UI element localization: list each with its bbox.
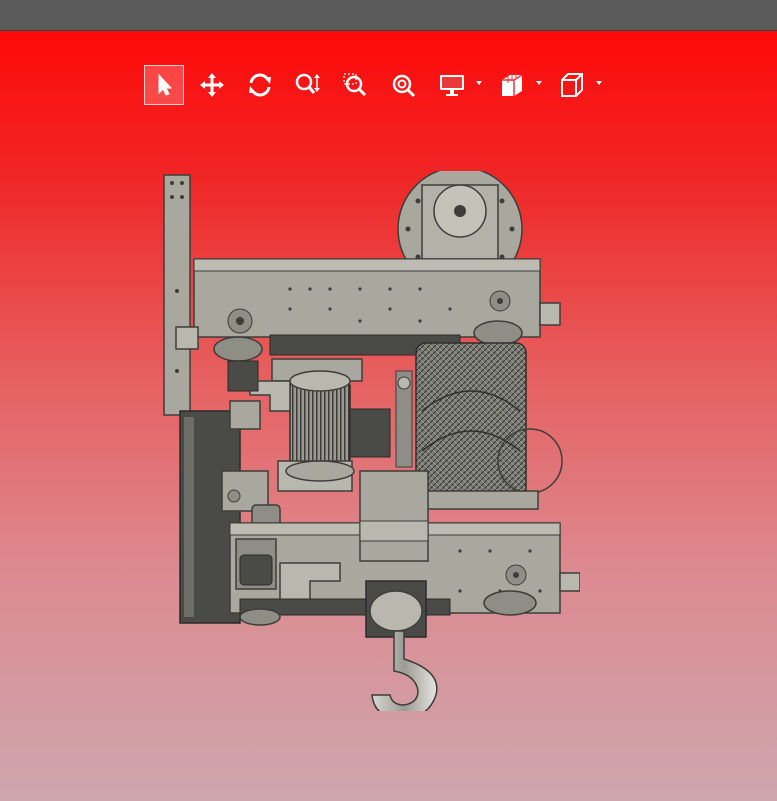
toolbar [144, 65, 612, 105]
cursor-arrow-icon [158, 73, 173, 96]
zoom-window-icon [343, 73, 367, 97]
rotate-tool-button[interactable] [240, 65, 280, 105]
hook-block [359, 470, 429, 562]
zoom-updown-icon [295, 73, 320, 94]
hoist-trolley-model[interactable] [160, 171, 580, 711]
section-view-button[interactable] [492, 65, 544, 105]
zoom-tool-button[interactable] [288, 65, 328, 105]
crane-hook [371, 630, 438, 711]
left-post [163, 174, 191, 416]
chevron-down-icon [536, 81, 542, 85]
rotate-icon [249, 73, 271, 97]
zoom-fit-button[interactable] [384, 65, 424, 105]
section-cube-icon [502, 73, 523, 96]
cad-viewer [0, 0, 777, 801]
3d-viewport[interactable] [0, 31, 777, 801]
title-bar [0, 0, 777, 31]
cable-drum [415, 342, 527, 504]
view-cube-icon [561, 73, 583, 97]
pan-tool-button[interactable] [192, 65, 232, 105]
select-tool-button[interactable] [144, 65, 184, 105]
chevron-down-icon [476, 81, 482, 85]
chevron-down-icon [596, 81, 602, 85]
move-arrows-icon [200, 73, 224, 97]
view-orientation-button[interactable] [552, 65, 604, 105]
monitor-icon [440, 75, 464, 96]
zoom-fit-icon [392, 74, 416, 98]
display-mode-button[interactable] [432, 65, 484, 105]
zoom-window-button[interactable] [336, 65, 376, 105]
motor [289, 378, 351, 470]
